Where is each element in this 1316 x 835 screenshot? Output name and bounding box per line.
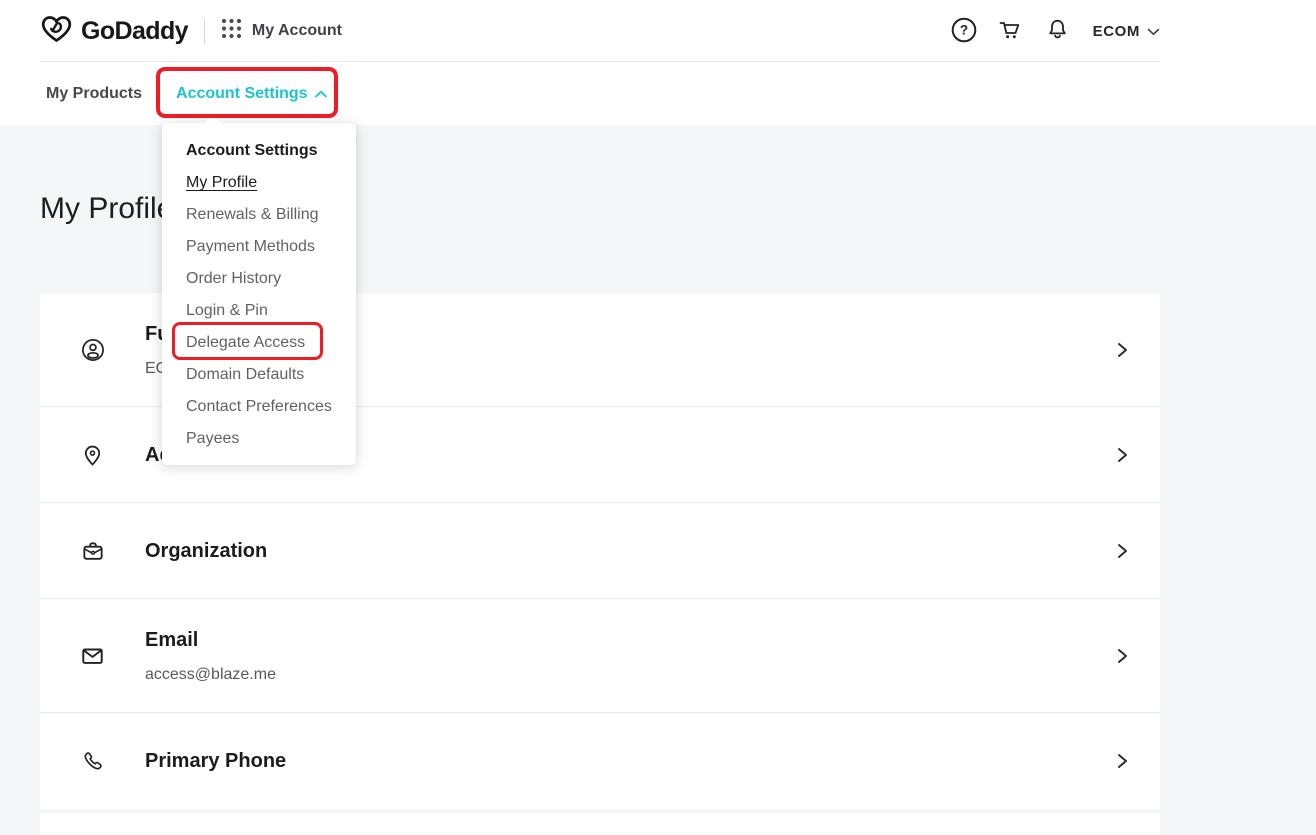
- row-text: Primary Phone: [145, 749, 1112, 773]
- my-account-menu[interactable]: My Account: [221, 18, 342, 44]
- row-subtitle-email: access@blaze.me: [145, 665, 1112, 684]
- cart-icon: [998, 18, 1023, 45]
- godaddy-heart-icon: [40, 14, 73, 49]
- row-title-email: Email: [145, 628, 1112, 652]
- user-circle-icon: [40, 337, 145, 363]
- dropdown-item-contact-preferences[interactable]: Contact Preferences: [162, 391, 356, 423]
- header-right: ?: [930, 18, 1160, 44]
- account-settings-dropdown: Account Settings My Profile Renewals & B…: [162, 123, 356, 465]
- dropdown-item-delegate-access[interactable]: Delegate Access: [162, 327, 356, 359]
- row-title-organization: Organization: [145, 539, 1112, 563]
- dropdown-item-domain-defaults[interactable]: Domain Defaults: [162, 359, 356, 391]
- header-left: GoDaddy My Account: [40, 14, 342, 49]
- chevron-right-icon: [1112, 445, 1132, 465]
- help-icon: ?: [951, 17, 977, 46]
- godaddy-logo[interactable]: GoDaddy: [40, 14, 188, 49]
- dropdown-item-payees[interactable]: Payees: [162, 423, 356, 455]
- chevron-right-icon: [1112, 751, 1132, 771]
- row-text: Email access@blaze.me: [145, 628, 1112, 684]
- next-section-card: [40, 813, 1160, 835]
- apps-grid-icon: [221, 18, 242, 44]
- account-subnav: My Products Account Settings: [0, 62, 1316, 125]
- profile-row-organization[interactable]: Organization: [40, 503, 1160, 599]
- nav-my-products[interactable]: My Products: [46, 85, 142, 103]
- bell-icon: [1045, 17, 1070, 45]
- godaddy-account-page: GoDaddy My Account ?: [0, 0, 1316, 835]
- nav-account-settings[interactable]: Account Settings: [176, 85, 327, 103]
- chevron-right-icon: [1112, 340, 1132, 360]
- top-header: GoDaddy My Account ?: [0, 0, 1316, 62]
- header-divider: [204, 18, 205, 44]
- dropdown-item-order-history[interactable]: Order History: [162, 263, 356, 295]
- profile-row-email[interactable]: Email access@blaze.me: [40, 599, 1160, 713]
- my-account-label: My Account: [252, 22, 342, 40]
- nav-account-settings-label: Account Settings: [176, 85, 308, 103]
- dropdown-item-account-settings: Account Settings: [162, 135, 356, 167]
- chevron-up-icon: [315, 85, 327, 103]
- row-text: Organization: [145, 539, 1112, 563]
- godaddy-wordmark: GoDaddy: [81, 17, 188, 46]
- dropdown-item-renewals-billing[interactable]: Renewals & Billing: [162, 199, 356, 231]
- account-name: ECOM: [1093, 23, 1140, 40]
- profile-row-primary-phone[interactable]: Primary Phone: [40, 713, 1160, 809]
- chevron-right-icon: [1112, 646, 1132, 666]
- phone-icon: [40, 749, 145, 774]
- dropdown-item-login-pin[interactable]: Login & Pin: [162, 295, 356, 327]
- mail-icon: [40, 643, 145, 669]
- account-dropdown-trigger[interactable]: ECOM: [1093, 23, 1160, 40]
- notifications-button[interactable]: [1045, 18, 1071, 44]
- chevron-right-icon: [1112, 541, 1132, 561]
- briefcase-icon: [40, 538, 145, 564]
- map-pin-icon: [40, 442, 145, 468]
- svg-text:?: ?: [959, 22, 967, 37]
- chevron-down-icon: [1147, 23, 1160, 40]
- row-title-primary-phone: Primary Phone: [145, 749, 1112, 773]
- cart-button[interactable]: [998, 18, 1024, 44]
- dropdown-item-payment-methods[interactable]: Payment Methods: [162, 231, 356, 263]
- dropdown-item-my-profile[interactable]: My Profile: [162, 167, 356, 199]
- help-button[interactable]: ?: [951, 18, 977, 44]
